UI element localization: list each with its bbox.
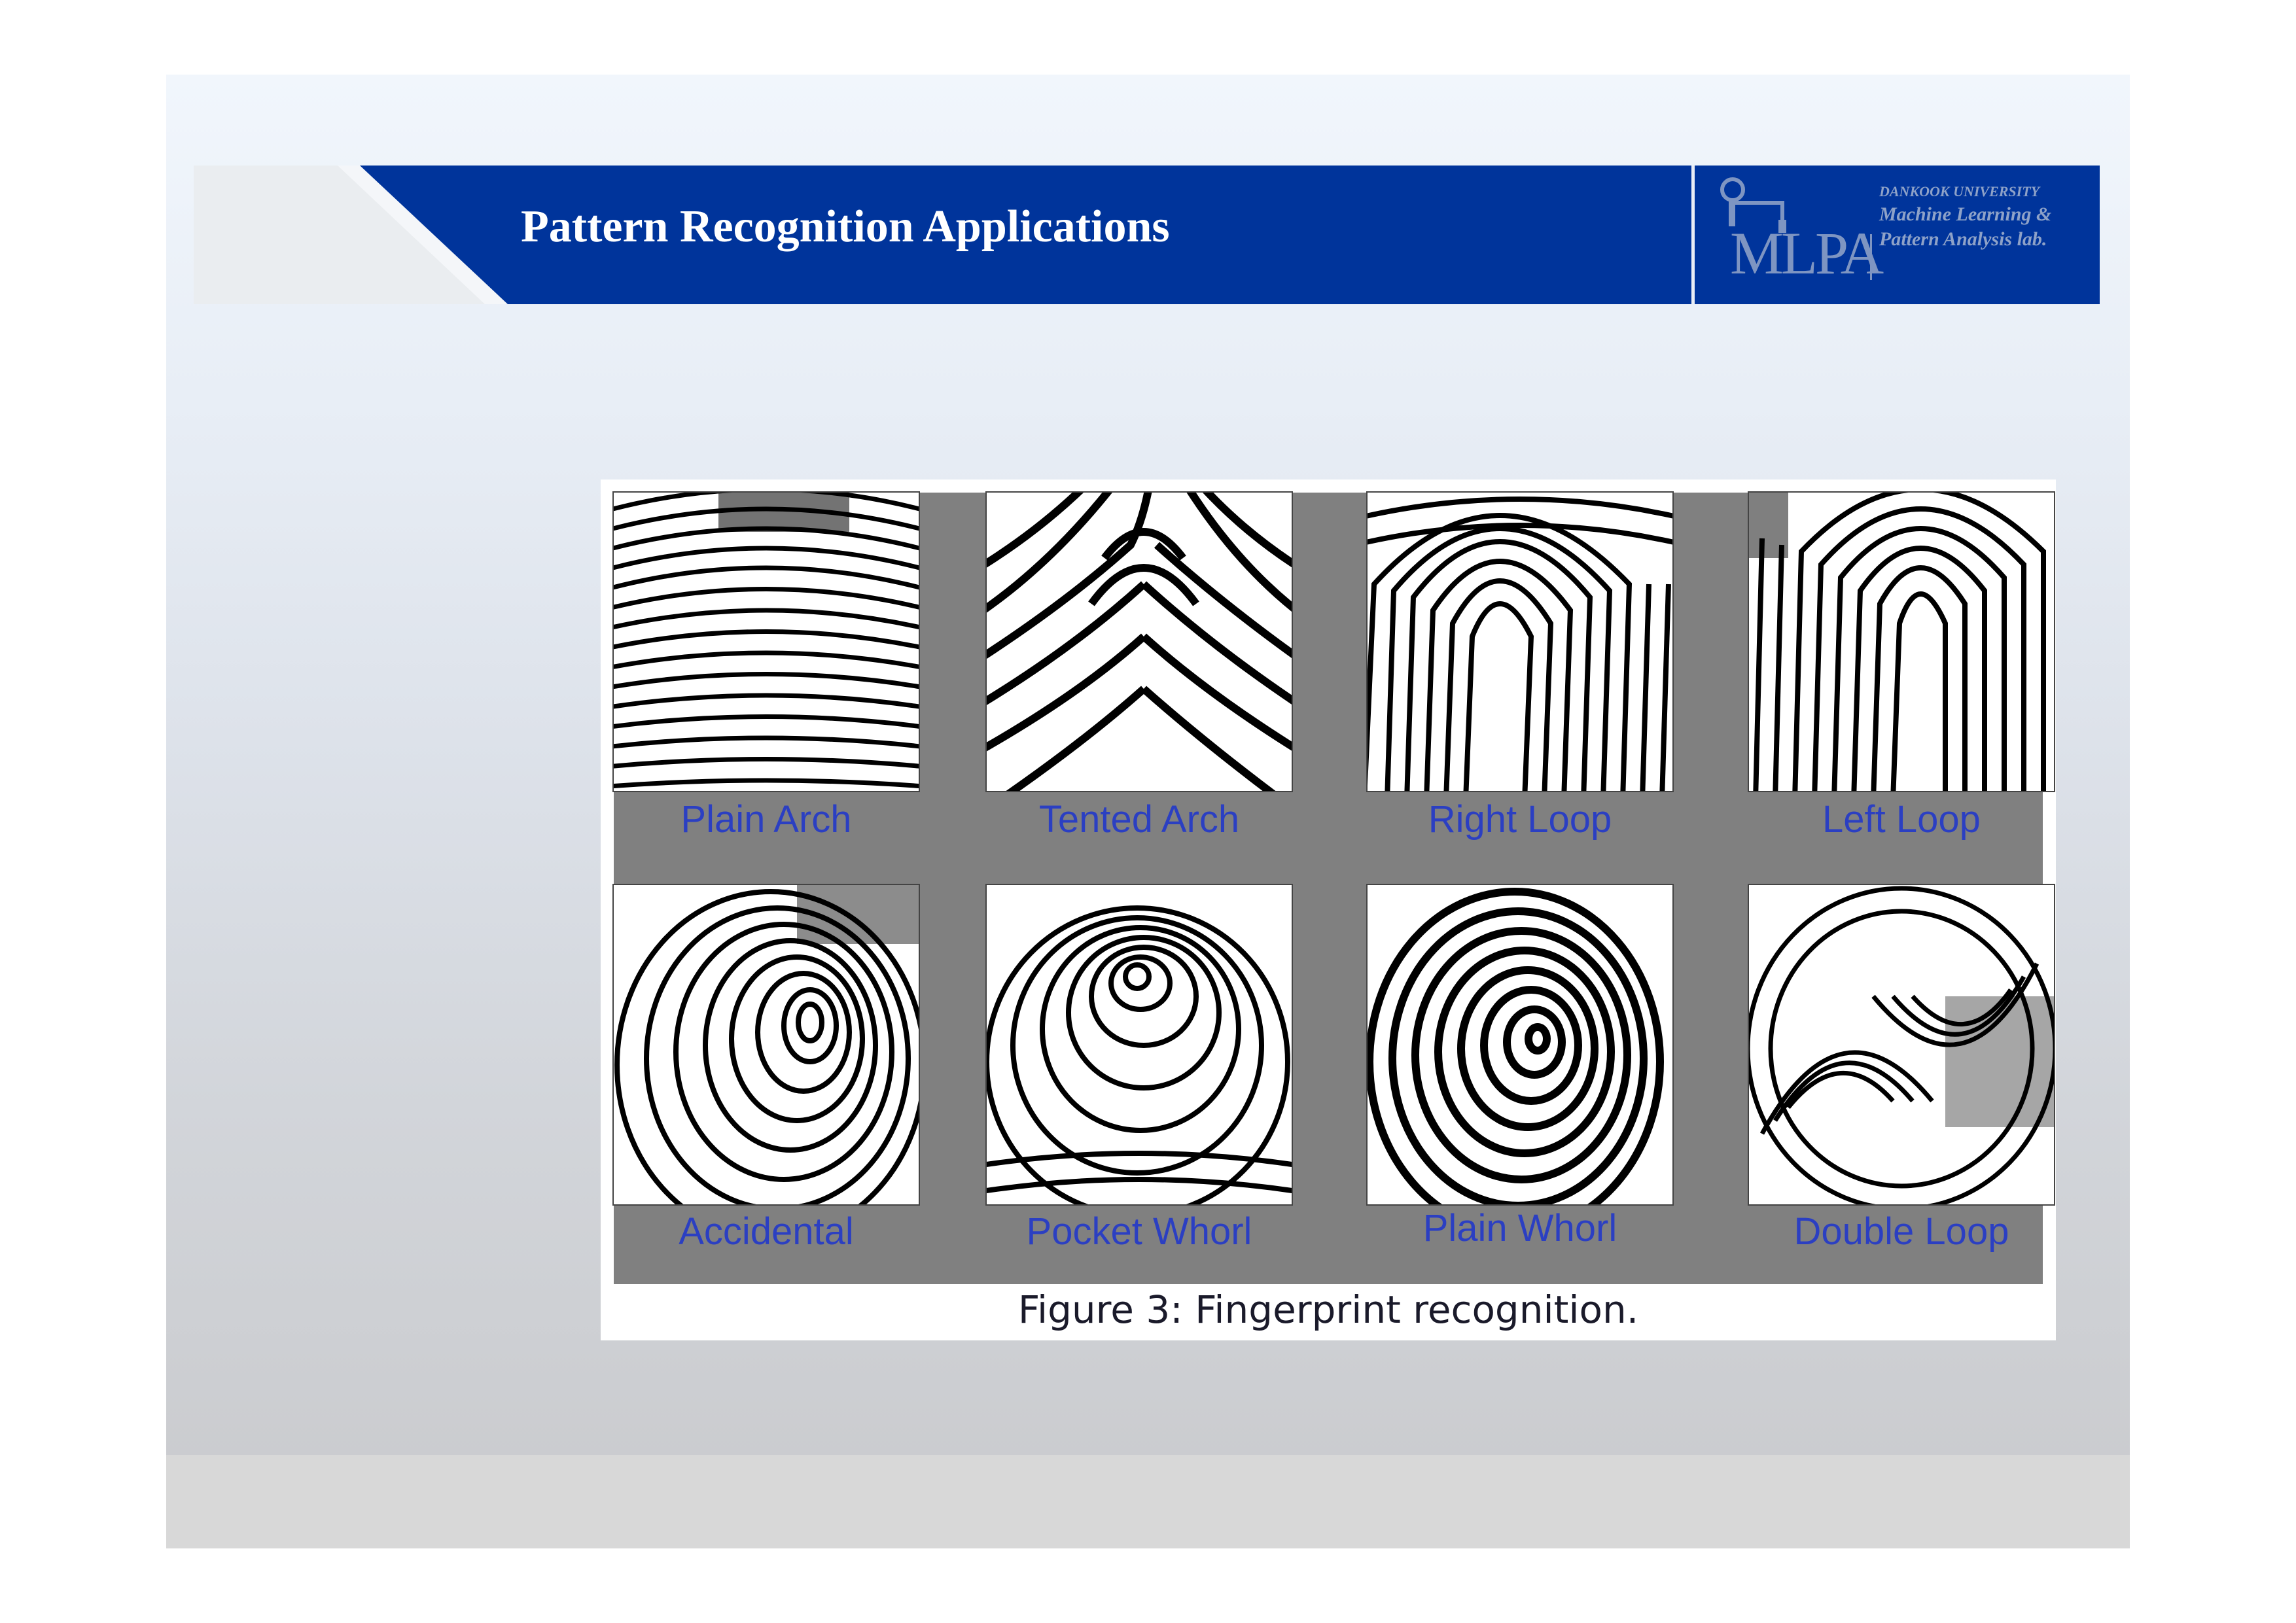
fingerprint-label-pocket-whorl: Pocket Whorl bbox=[1026, 1210, 1252, 1253]
fingerprint-image-right-loop bbox=[1366, 491, 1674, 792]
logo-divider bbox=[1870, 234, 1872, 280]
fingerprint-image-plain-arch bbox=[612, 491, 920, 792]
fingerprint-label-plain-whorl: Plain Whorl bbox=[1422, 1207, 1617, 1249]
fingerprint-label-plain-arch: Plain Arch bbox=[680, 798, 852, 841]
figure-caption: Figure 3: Fingerprint recognition. bbox=[1017, 1287, 1639, 1332]
slide-footer bbox=[166, 1455, 2130, 1548]
header-divider bbox=[1691, 166, 1695, 304]
fingerprint-image-double-loop bbox=[1748, 884, 2055, 1206]
fingerprint-label-left-loop: Left Loop bbox=[1822, 798, 1981, 841]
figure-panel: Plain Arch Tented Arch Right Loop Left L… bbox=[612, 491, 2055, 1284]
fingerprint-image-left-loop bbox=[1748, 491, 2055, 792]
logo-lab-line2: Pattern Analysis lab. bbox=[1879, 228, 2047, 250]
slide: Pattern Recognition Applications MLPA DA… bbox=[166, 75, 2130, 1548]
fingerprint-label-double-loop: Double Loop bbox=[1793, 1210, 2009, 1253]
figure: Plain Arch Tented Arch Right Loop Left L… bbox=[601, 480, 2056, 1340]
fingerprint-label-accidental: Accidental bbox=[679, 1210, 854, 1253]
logo-wordmark: MLPA bbox=[1730, 220, 1884, 287]
mlpa-logo: MLPA DANKOOK UNIVERSITY Machine Learning… bbox=[1717, 174, 2096, 298]
logo-university: DANKOOK UNIVERSITY bbox=[1879, 183, 2040, 200]
page-title: Pattern Recognition Applications bbox=[521, 201, 1170, 252]
fingerprint-label-tented-arch: Tented Arch bbox=[1038, 798, 1240, 841]
fingerprint-image-pocket-whorl bbox=[985, 884, 1293, 1206]
fingerprint-image-accidental bbox=[612, 884, 920, 1206]
fingerprint-image-tented-arch bbox=[985, 491, 1293, 792]
logo-lab-line1: Machine Learning & bbox=[1879, 203, 2052, 225]
fingerprint-image-plain-whorl bbox=[1366, 884, 1674, 1206]
fingerprint-label-right-loop: Right Loop bbox=[1428, 798, 1612, 841]
